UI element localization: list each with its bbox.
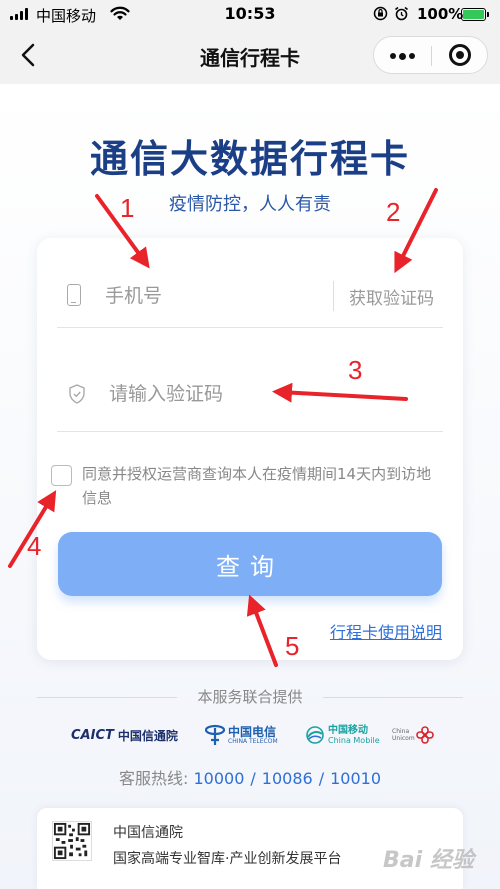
china-unicom-logo: China Unicom: [392, 720, 436, 750]
hotline-number[interactable]: 10086: [262, 769, 313, 788]
hotline-number[interactable]: 10000: [194, 769, 245, 788]
code-input[interactable]: [109, 378, 409, 410]
agreement-checkbox[interactable]: [51, 465, 72, 486]
annotation-number: 2: [386, 197, 401, 227]
china-mobile-logo: 中国移动 China Mobile: [305, 720, 380, 750]
shield-icon: [69, 384, 85, 404]
caict-logo: CAICT 中国信通院: [71, 727, 178, 743]
hotline-number[interactable]: 10010: [330, 769, 381, 788]
phone-icon: [67, 284, 81, 306]
more-button[interactable]: [374, 37, 431, 73]
more-dot-icon: [409, 53, 415, 59]
alarm-icon: [395, 6, 408, 21]
more-dot-icon: [390, 53, 396, 59]
battery-icon: [461, 8, 489, 21]
org-name: 中国信通院: [113, 825, 183, 841]
code-row: [57, 360, 443, 432]
annotation-number: 4: [27, 531, 42, 561]
status-bar: 中国移动 10:53 100%: [0, 0, 500, 28]
battery-percent: 100%: [417, 5, 464, 23]
hotline-label: 客服热线:: [119, 769, 189, 788]
phone-row: 获取验证码: [57, 266, 443, 328]
org-description: 国家高端专业智库·产业创新发展平台: [113, 851, 342, 867]
provider-logos: CAICT 中国信通院 中国电信 CHINA TELECOM 中国移动 Chin…: [0, 720, 500, 750]
china-telecom-logo: 中国电信 CHINA TELECOM: [205, 720, 278, 750]
slogan: 疫情防控，人人有责: [169, 194, 331, 215]
mobile-emblem-icon: [306, 726, 324, 744]
annotation-number: 3: [348, 355, 363, 385]
query-form-card: 获取验证码 同意并授权运营商查询本人在疫情期间14天内到访地信息 查询 行程卡使…: [37, 238, 463, 660]
orientation-lock-icon: [373, 6, 388, 21]
phone-input[interactable]: [105, 280, 325, 312]
headline: 通信大数据行程卡: [89, 137, 410, 181]
annotation-number: 1: [120, 193, 135, 223]
nav-bar: 通信行程卡: [0, 28, 500, 84]
telecom-emblem-icon: [205, 724, 225, 745]
query-button[interactable]: 查询: [58, 532, 442, 596]
get-code-button[interactable]: 获取验证码: [349, 284, 434, 309]
provider-caption: 本服务联合提供: [197, 688, 303, 706]
agreement-text: 同意并授权运营商查询本人在疫情期间14天内到访地信息: [82, 465, 432, 507]
usage-guide-link[interactable]: 行程卡使用说明: [330, 619, 442, 643]
hotline-row: 客服热线: 10000/10086/10010: [119, 769, 381, 788]
unicom-knot-icon: [416, 726, 434, 744]
mini-program-capsule: [373, 36, 488, 74]
more-dot-icon: [399, 52, 406, 60]
close-mini-program-button[interactable]: [432, 37, 488, 73]
baidu-watermark: Bai 经验: [383, 848, 474, 873]
qr-code-icon: [52, 821, 92, 861]
annotation-number: 5: [285, 631, 300, 661]
